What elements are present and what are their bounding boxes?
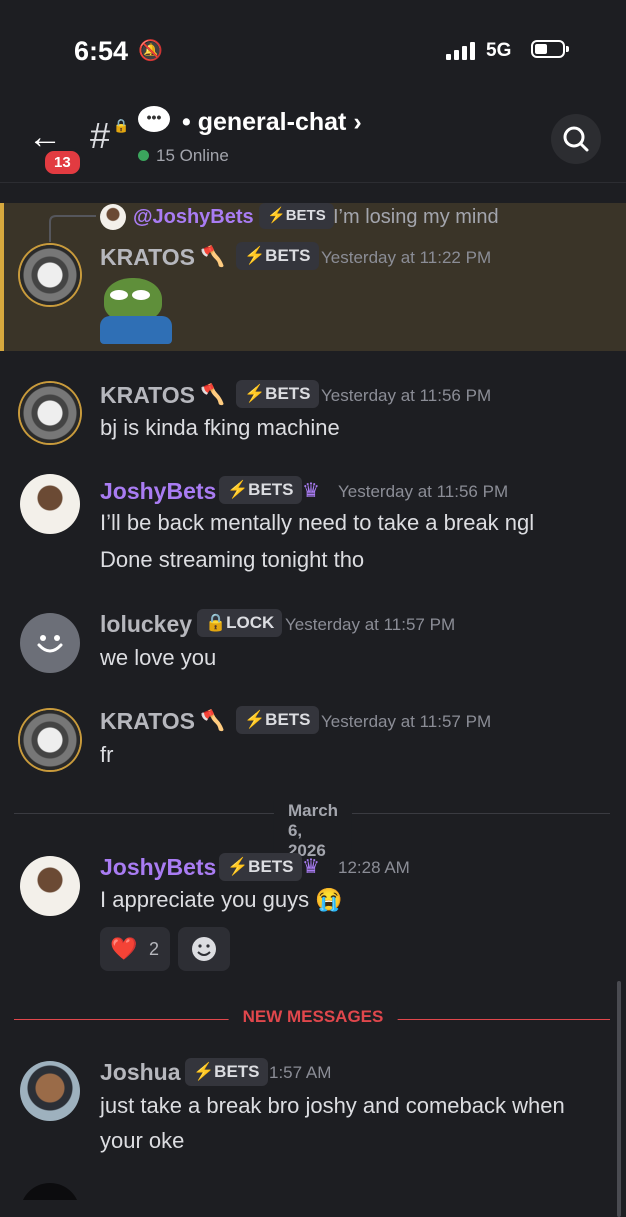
role-tag-label: BETS [248,857,294,876]
status-time: 6:54 [74,36,129,66]
timestamp: Yesterday at 11:22 PM [321,248,492,267]
new-messages-divider: NEW MESSAGES [0,1004,626,1034]
axe-icon: 🪓 [200,384,225,406]
timestamp: 1:57 AM [269,1063,332,1082]
message-item[interactable]: Joshua ⚡BETS 1:57 AM just take a break b… [0,1053,626,1168]
avatar[interactable] [20,245,80,305]
new-messages-label: NEW MESSAGES [228,1007,398,1027]
message-item-partial[interactable] [0,1183,626,1200]
search-icon [563,126,589,152]
speech-bubble-icon: ••• [138,106,170,132]
timestamp: Yesterday at 11:56 PM [338,482,509,501]
role-tag-label: BETS [214,1062,260,1081]
network-type: 5G [486,40,512,61]
message-text: fr [100,742,114,767]
message-item[interactable]: KRATOS 🪓 ⚡BETS Yesterday at 11:56 PM bj … [0,373,626,453]
timestamp: Yesterday at 11:56 PM [321,386,492,405]
username[interactable]: KRATOS [100,382,195,409]
message-text: Done streaming tonight tho [100,547,365,572]
message-text: your oke [100,1128,185,1153]
role-tag-label: BETS [265,384,311,403]
message-item[interactable]: loluckey 🔒LOCK Yesterday at 11:57 PM we … [0,603,626,683]
message-item[interactable]: KRATOS 🪓 ⚡BETS Yesterday at 11:57 PM fr [0,700,626,780]
message-text: we love you [100,645,217,670]
axe-icon: 🪓 [200,710,225,732]
message-item[interactable]: @JoshyBets ⚡BETS I’m losing my mind KRAT… [0,203,626,351]
timestamp: Yesterday at 11:57 PM [321,712,492,731]
online-count: 15 Online [138,146,229,166]
channel-title[interactable]: • general-chat › [182,108,362,137]
crown-icon: ♛ [302,480,320,502]
online-label: 15 Online [156,146,229,165]
message-text: bj is kinda fking machine [100,415,340,440]
timestamp: 12:28 AM [338,858,410,877]
message-text: I appreciate you guys 😭 [100,887,343,912]
role-tag-label: BETS [265,710,311,729]
avatar[interactable] [20,710,80,770]
axe-icon: 🪓 [200,246,225,268]
avatar[interactable] [20,1183,80,1200]
channel-header: ← 13 # 🔒 ••• • general-chat › 15 Online [0,96,626,183]
online-dot-icon [138,150,149,161]
username[interactable]: KRATOS [100,708,195,735]
add-reaction-icon [192,937,216,961]
username[interactable]: KRATOS [100,244,195,271]
status-bar: 6:54 🔕 5G [0,0,626,96]
avatar[interactable] [20,856,80,916]
reaction-count: 2 [149,939,160,959]
avatar[interactable] [20,613,80,673]
username[interactable]: JoshyBets [100,854,216,881]
channel-name: general-chat [197,108,347,136]
role-tag: ⚡BETS [236,242,319,270]
avatar[interactable] [20,1061,80,1121]
role-tag: ⚡BETS [236,706,319,734]
role-tag: ⚡BETS [219,853,302,881]
role-tag-label: BETS [248,480,294,499]
discord-face-icon [37,635,63,653]
pepe-sticker [100,278,172,344]
reply-text: I’m losing my mind [333,206,499,228]
avatar[interactable] [20,474,80,534]
lock-icon: 🔒 [113,118,130,133]
message-list[interactable]: @JoshyBets ⚡BETS I’m losing my mind KRAT… [0,183,626,1217]
add-reaction-button[interactable] [178,927,230,971]
reply-tag-label: BETS [285,207,326,224]
role-tag-label: BETS [265,246,311,265]
message-item[interactable]: JoshyBets ⚡BETS ♛ 12:28 AM I appreciate … [0,848,626,973]
heart-icon: ❤️ [110,936,138,961]
battery-icon [531,40,569,58]
message-item[interactable]: JoshyBets ⚡BETS ♛ Yesterday at 11:56 PM … [0,468,626,583]
username[interactable]: Joshua [100,1059,181,1086]
unread-badge: 13 [42,148,83,177]
channel-hash-icon: # [90,115,111,156]
signal-icon [446,42,475,60]
role-tag: 🔒LOCK [197,609,283,637]
crown-icon: ♛ [302,856,320,878]
reply-connector [49,215,96,242]
role-tag: ⚡BETS [219,476,302,504]
username[interactable]: JoshyBets [100,478,216,505]
reply-avatar [100,204,126,230]
role-tag: ⚡BETS [185,1058,268,1086]
role-tag: ⚡BETS [236,380,319,408]
reply-user[interactable]: @JoshyBets [133,206,254,229]
reply-tag: ⚡BETS [259,203,334,229]
reaction-heart[interactable]: ❤️ 2 [100,927,170,971]
timestamp: Yesterday at 11:57 PM [285,615,456,634]
message-text: I’ll be back mentally need to take a bre… [100,510,535,535]
search-button[interactable] [551,114,601,164]
role-tag-label: LOCK [226,613,275,632]
bell-muted-icon: 🔕 [138,40,163,62]
username[interactable]: loluckey [100,611,192,638]
avatar[interactable] [20,383,80,443]
message-text: just take a break bro joshy and comeback… [100,1093,565,1118]
scrollbar[interactable] [617,981,621,1217]
